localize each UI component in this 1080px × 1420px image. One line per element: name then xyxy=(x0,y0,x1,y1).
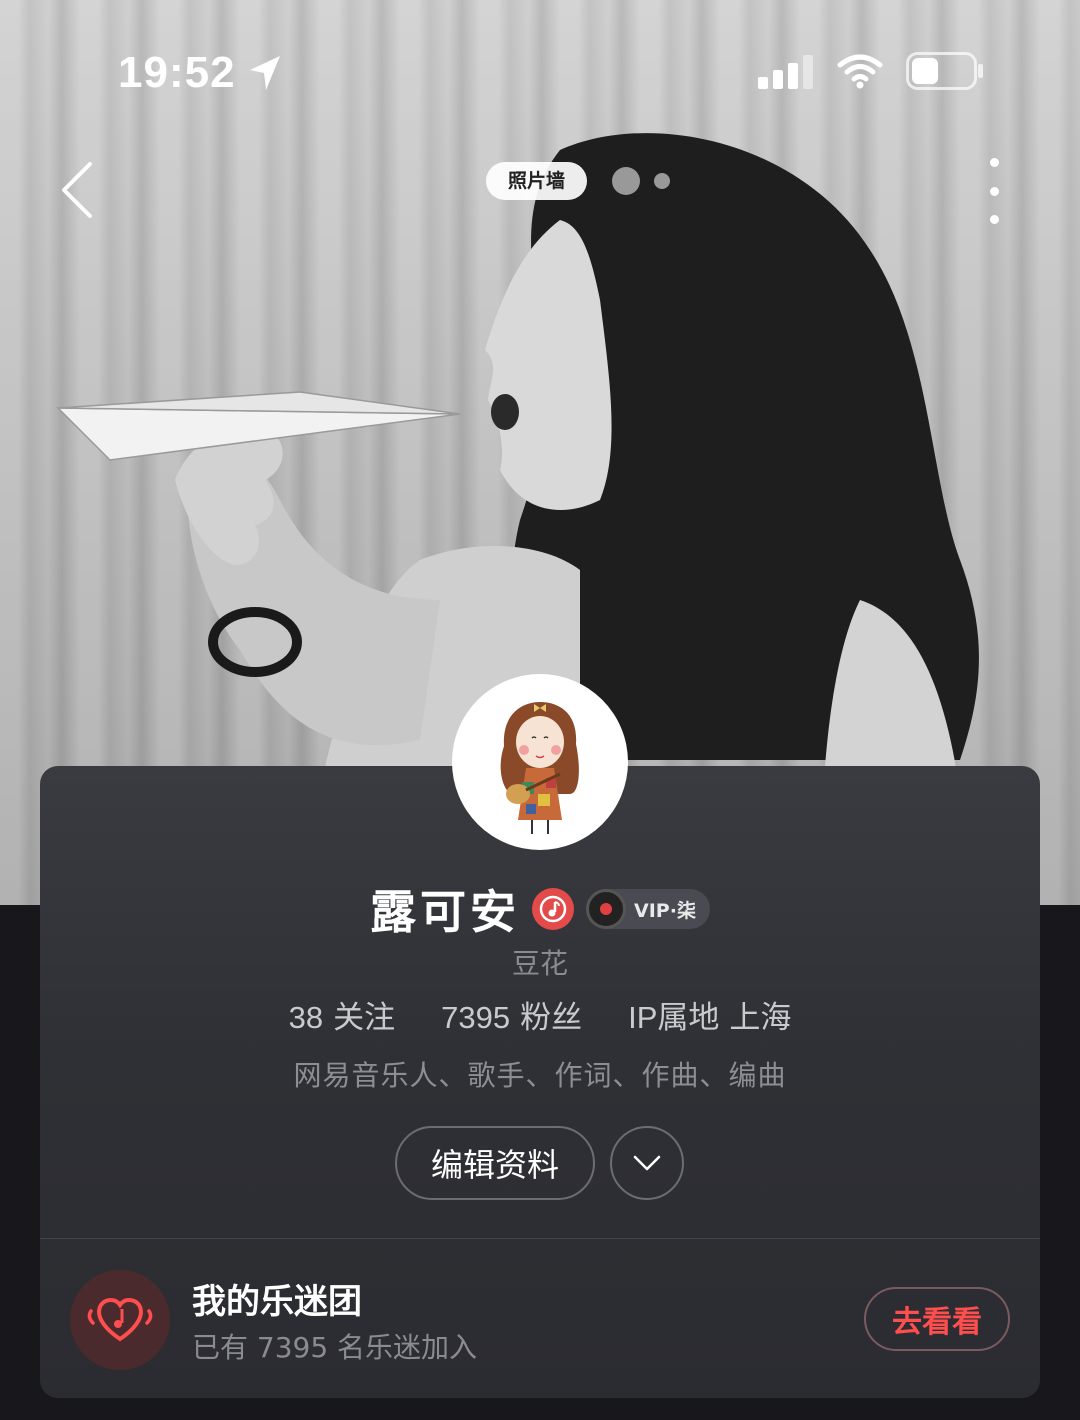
following-count: 38 xyxy=(288,1000,324,1035)
cellular-signal-icon xyxy=(758,55,813,89)
ip-location-label: IP属地 xyxy=(628,1000,720,1035)
followers-label: 粉丝 xyxy=(520,1000,583,1036)
following-label: 关注 xyxy=(333,1000,396,1036)
location-arrow-icon xyxy=(250,56,280,90)
vip-level-label: VIP·柒 xyxy=(634,899,696,922)
heart-music-icon xyxy=(87,1297,153,1342)
chevron-down-icon xyxy=(633,1155,661,1171)
fan-club-subtitle: 已有 7395 名乐迷加入 xyxy=(192,1331,478,1364)
photo-page-indicator xyxy=(612,167,670,195)
username: 露可安 xyxy=(370,885,521,939)
photo-wall-button[interactable]: 照片墙 xyxy=(486,162,588,200)
avatar[interactable] xyxy=(452,674,628,850)
page-dot-active xyxy=(612,167,640,195)
more-vertical-icon[interactable] xyxy=(974,158,1014,224)
fan-club-icon[interactable] xyxy=(70,1270,170,1370)
go-see-button[interactable]: 去看看 xyxy=(864,1287,1010,1351)
name-row: 露可安 VIP·柒 xyxy=(0,876,1080,942)
status-time: 19:52 xyxy=(118,48,236,97)
followers-stat[interactable]: 7395 粉丝 xyxy=(441,992,582,1037)
nickname-subtitle: 豆花 xyxy=(511,947,568,980)
music-note-icon xyxy=(539,895,567,923)
status-icons xyxy=(758,52,984,90)
vinyl-disc-icon xyxy=(586,889,627,929)
divider xyxy=(40,1238,1040,1239)
wifi-icon xyxy=(837,54,883,89)
page-dot xyxy=(654,173,670,189)
musician-badge-icon[interactable] xyxy=(532,888,575,930)
stats-row: 38 关注 7395 粉丝 IP属地 上海 xyxy=(0,992,1080,1037)
expand-button[interactable] xyxy=(610,1126,684,1200)
ip-location-value: 上海 xyxy=(729,1000,792,1036)
back-chevron-icon[interactable] xyxy=(56,158,100,222)
fan-club-title: 我的乐迷团 xyxy=(192,1282,362,1322)
avatar-illustration xyxy=(500,702,579,834)
edit-profile-button[interactable]: 编辑资料 xyxy=(395,1126,595,1200)
battery-icon xyxy=(906,52,983,90)
identity-tags: 网易音乐人、歌手、作词、作曲、编曲 xyxy=(293,1059,787,1092)
vip-badge[interactable]: VIP·柒 xyxy=(586,889,710,929)
followers-count: 7395 xyxy=(441,1000,511,1035)
ip-location-stat: IP属地 上海 xyxy=(628,992,791,1037)
following-stat[interactable]: 38 关注 xyxy=(289,992,395,1037)
